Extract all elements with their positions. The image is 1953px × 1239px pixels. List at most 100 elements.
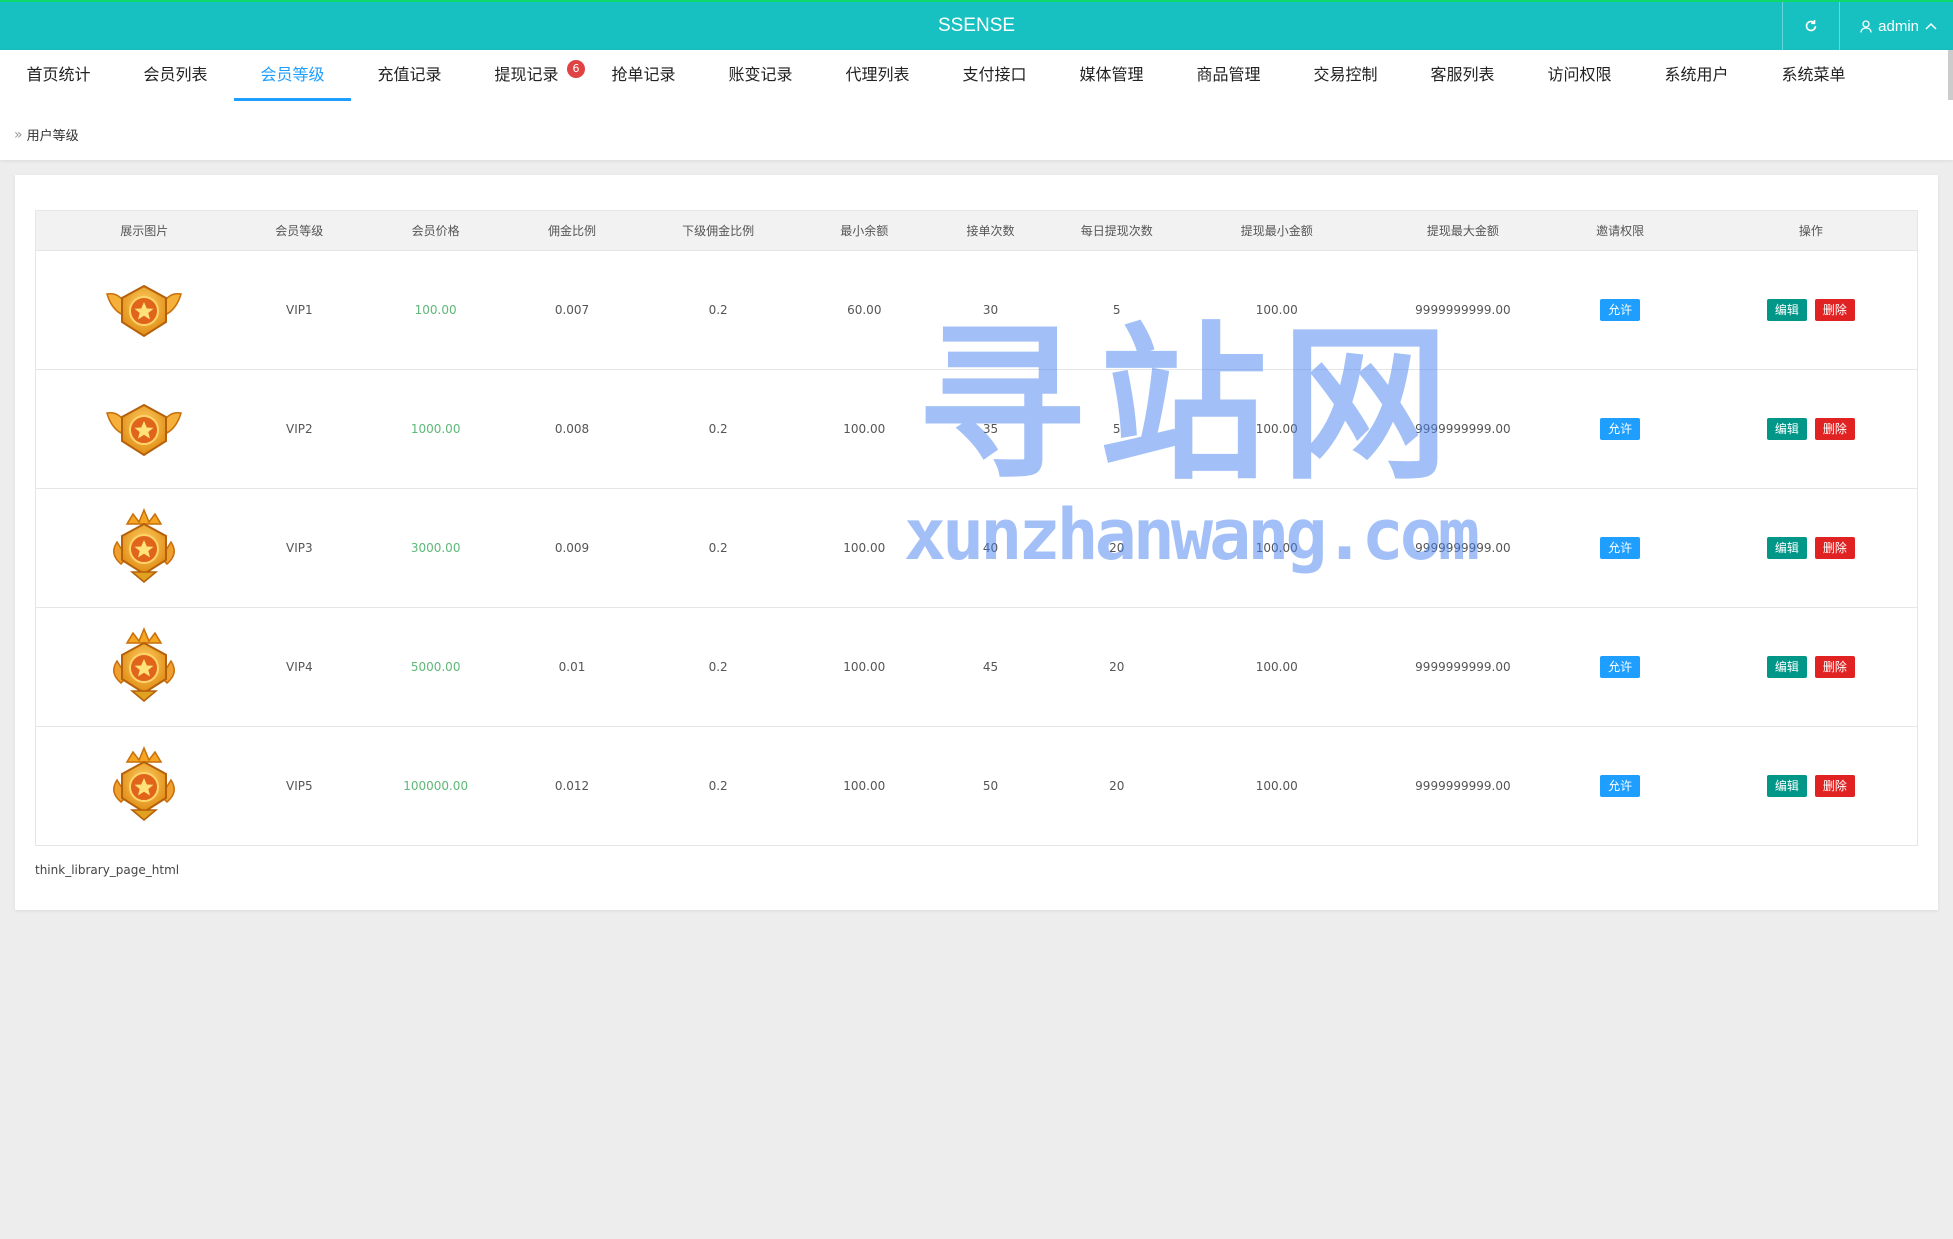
actions-cell: 编辑 删除 [1705,370,1918,489]
invite-cell: 允许 [1536,727,1705,846]
edit-button[interactable]: 编辑 [1766,299,1807,321]
user-menu-button[interactable]: admin [1839,2,1953,50]
refresh-icon [1805,20,1817,32]
table-header-row: 展示图片 会员等级 会员价格 佣金比例 下级佣金比例 最小余额 接单次数 每日提现次数 提现最小… [35,210,1918,251]
cell-daily-withdraw: 20 [1109,779,1125,793]
column-header: 提现最大金额 [1390,210,1536,251]
menu-item-label: 抢单记录 [611,65,676,84]
vip-medal-icon [113,626,176,702]
cell-min-balance: 60.00 [847,303,882,317]
vip-medal-icon [113,745,176,821]
menu-item[interactable]: 客服列表 [1404,50,1521,98]
medal-cell [36,727,253,846]
menu-item[interactable]: 系统菜单 [1755,50,1872,98]
cell-level: VIP2 [286,422,313,436]
menu-item[interactable]: 交易控制 [1287,50,1404,98]
cell-daily-withdraw: 5 [1112,422,1121,436]
user-icon [1860,19,1872,33]
cell-level: VIP4 [286,660,313,674]
chevron-up-icon [1925,22,1937,30]
cell-min-balance: 100.00 [843,541,886,555]
header-actions: admin [1782,2,1953,50]
cell-sub-commission: 0.2 [708,303,728,317]
actions-cell: 编辑 删除 [1705,489,1918,608]
column-header: 操作 [1704,210,1918,251]
menu-item[interactable]: 会员等级 [234,50,351,101]
cell-orders: 45 [982,660,999,674]
cell-withdraw-min: 100.00 [1255,779,1298,793]
cell-daily-withdraw: 20 [1109,541,1125,555]
cell-orders: 30 [982,303,999,317]
table-body: VIP1 100.00 0.007 0.2 60.00 30 5 100.00 99999999… [35,251,1918,846]
medal-cell [36,251,253,370]
cell-sub-commission: 0.2 [708,779,728,793]
delete-button[interactable]: 删除 [1814,775,1855,797]
menu-item-label: 首页统计 [26,65,91,84]
invite-allow-button[interactable]: 允许 [1600,775,1641,797]
menu-item-label: 客服列表 [1430,65,1495,84]
cell-withdraw-min: 100.00 [1255,303,1298,317]
cell-commission: 0.012 [554,779,590,793]
menu-item[interactable]: 首页统计 [0,50,117,98]
menu-item-label: 访问权限 [1547,65,1612,84]
invite-cell: 允许 [1536,251,1705,370]
column-header: 邀请权限 [1535,210,1705,251]
cell-withdraw-max: 9999999999.00 [1415,541,1511,555]
cell-commission: 0.009 [554,541,590,555]
menu-item[interactable]: 抢单记录 [585,50,702,98]
menu-item[interactable]: 系统用户 [1638,50,1755,98]
cell-price: 100000.00 [403,779,469,793]
cell-orders: 40 [982,541,999,555]
vip-medal-icon [113,507,176,583]
edit-button[interactable]: 编辑 [1766,656,1807,678]
invite-allow-button[interactable]: 允许 [1600,418,1641,440]
cell-sub-commission: 0.2 [708,541,728,555]
cell-price: 5000.00 [410,660,461,674]
menu-item[interactable]: 会员列表 [117,50,234,98]
delete-button[interactable]: 删除 [1814,418,1855,440]
medal-cell [36,489,253,608]
column-header: 会员价格 [346,210,526,251]
cell-min-balance: 100.00 [843,779,886,793]
table-row: VIP2 1000.00 0.008 0.2 100.00 35 5 100.00 999999… [35,370,1918,489]
menu-item-label: 充值记录 [377,65,442,84]
invite-allow-button[interactable]: 允许 [1600,299,1641,321]
menu-item[interactable]: 访问权限 [1521,50,1638,98]
menu-item[interactable]: 充值记录 [351,50,468,98]
edit-button[interactable]: 编辑 [1766,775,1807,797]
edit-button[interactable]: 编辑 [1766,418,1807,440]
invite-allow-button[interactable]: 允许 [1600,656,1641,678]
cell-withdraw-max: 9999999999.00 [1415,422,1511,436]
column-header: 下级佣金比例 [618,210,818,251]
delete-button[interactable]: 删除 [1814,537,1855,559]
column-header: 展示图片 [35,210,253,251]
cell-daily-withdraw: 5 [1112,303,1121,317]
menu-item[interactable]: 支付接口 [936,50,1053,98]
top-header: SSENSE admin [0,0,1953,50]
medal-cell [36,370,253,489]
column-header: 最小余额 [817,210,912,251]
cell-withdraw-min: 100.00 [1255,541,1298,555]
menu-item[interactable]: 代理列表 [819,50,936,98]
edit-button[interactable]: 编辑 [1766,537,1807,559]
menu-item[interactable]: 商品管理 [1170,50,1287,98]
cell-commission: 0.01 [558,660,586,674]
table-row: VIP1 100.00 0.007 0.2 60.00 30 5 100.00 99999999… [35,251,1918,370]
medal-cell [36,608,253,727]
column-header: 接单次数 [911,210,1071,251]
menu-item-label: 商品管理 [1196,65,1261,84]
actions-cell: 编辑 删除 [1705,727,1918,846]
table-row: VIP4 5000.00 0.01 0.2 100.00 45 20 100.00 999999… [35,608,1918,727]
scrollbar[interactable] [1948,50,1953,100]
cell-withdraw-max: 9999999999.00 [1415,779,1511,793]
menu-item[interactable]: 提现记录 6 [468,50,585,98]
menu-item[interactable]: 媒体管理 [1053,50,1170,98]
delete-button[interactable]: 删除 [1814,656,1855,678]
refresh-button[interactable] [1782,2,1839,50]
delete-button[interactable]: 删除 [1814,299,1855,321]
cell-min-balance: 100.00 [843,660,886,674]
cell-price: 1000.00 [410,422,461,436]
table-row: VIP3 3000.00 0.009 0.2 100.00 40 20 100.00 99999… [35,489,1918,608]
menu-item[interactable]: 账变记录 [702,50,819,98]
invite-allow-button[interactable]: 允许 [1600,537,1641,559]
